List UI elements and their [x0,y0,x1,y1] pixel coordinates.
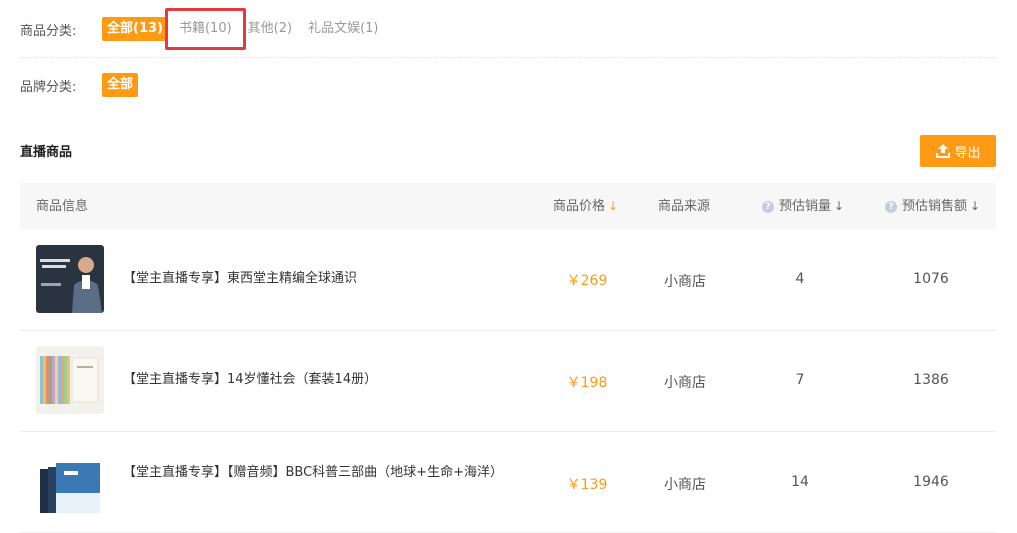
sort-down-arrow-icon[interactable]: ↓ [834,183,844,230]
category-chip-gifts[interactable]: 礼品文娱(1) [303,17,383,41]
product-title[interactable]: 【堂主直播专享】14岁懂社会（套装14册） [123,371,523,388]
brand-chip-all[interactable]: 全部 [102,73,139,97]
sort-down-arrow-icon[interactable]: ↓ [608,183,618,230]
upload-icon [936,144,951,158]
table-row[interactable]: 【堂主直播专享】【赠音频】BBC科普三部曲（地球+生命+海洋） ￥139 小商店… [20,432,996,533]
header-info: 商品信息 [36,183,88,230]
header-source: 商品来源 [658,183,710,230]
product-revenue: 1076 [913,271,949,287]
product-title[interactable]: 【堂主直播专享】東西堂主精编全球通识 [123,270,523,287]
header-info-label: 商品信息 [36,199,89,214]
table-header: 商品信息 商品价格 ↓ 商品来源 ? 预估销量 ↓ ? 预估销售额 ↓ [20,183,996,230]
question-icon[interactable]: ? [885,200,897,213]
product-thumbnail[interactable] [36,346,104,414]
product-sales: 14 [791,474,809,490]
brand-filter: 品牌分类: 全部 [20,73,144,97]
product-thumbnail[interactable] [36,245,104,313]
header-price[interactable]: 商品价格 ↓ [553,183,618,230]
product-revenue: 1946 [913,474,949,490]
question-icon[interactable]: ? [762,200,774,213]
product-price: ￥139 [566,477,608,493]
product-thumbnail[interactable] [36,447,104,515]
product-revenue: 1386 [913,372,949,388]
product-sales: 7 [795,372,805,388]
category-chip-other[interactable]: 其他(2) [243,17,297,41]
filter-divider [20,57,996,58]
section-title: 直播商品 [20,145,73,160]
product-source: 小商店 [664,375,706,391]
table-row[interactable]: 【堂主直播专享】14岁懂社会（套装14册） ￥198 小商店 7 1386 [20,331,996,432]
brand-filter-label: 品牌分类: [20,79,77,95]
export-label: 导出 [954,145,981,161]
table-row[interactable]: 【堂主直播专享】東西堂主精编全球通识 ￥269 小商店 4 1076 [20,230,996,331]
category-filter-label: 商品分类: [20,23,77,39]
header-revenue[interactable]: ? 预估销售额 ↓ [885,183,980,230]
product-price: ￥198 [566,375,608,391]
header-source-label: 商品来源 [658,199,711,214]
sort-down-arrow-icon[interactable]: ↓ [970,183,980,230]
header-price-label: 商品价格 [553,199,606,214]
header-sales[interactable]: ? 预估销量 ↓ [762,183,844,230]
header-sales-label: 预估销量 [779,199,832,214]
export-button[interactable]: 导出 [920,135,996,167]
category-chip-all[interactable]: 全部(13) [102,17,168,41]
product-title[interactable]: 【堂主直播专享】【赠音频】BBC科普三部曲（地球+生命+海洋） [123,464,523,481]
category-filter: 商品分类: 全部(13) 书籍(10) 其他(2) 礼品文娱(1) [20,8,390,50]
category-chip-books[interactable]: 书籍(10) [165,8,246,50]
product-source: 小商店 [664,274,706,290]
product-sales: 4 [795,271,805,287]
product-source: 小商店 [664,477,706,493]
header-revenue-label: 预估销售额 [902,199,968,214]
product-price: ￥269 [566,273,608,289]
